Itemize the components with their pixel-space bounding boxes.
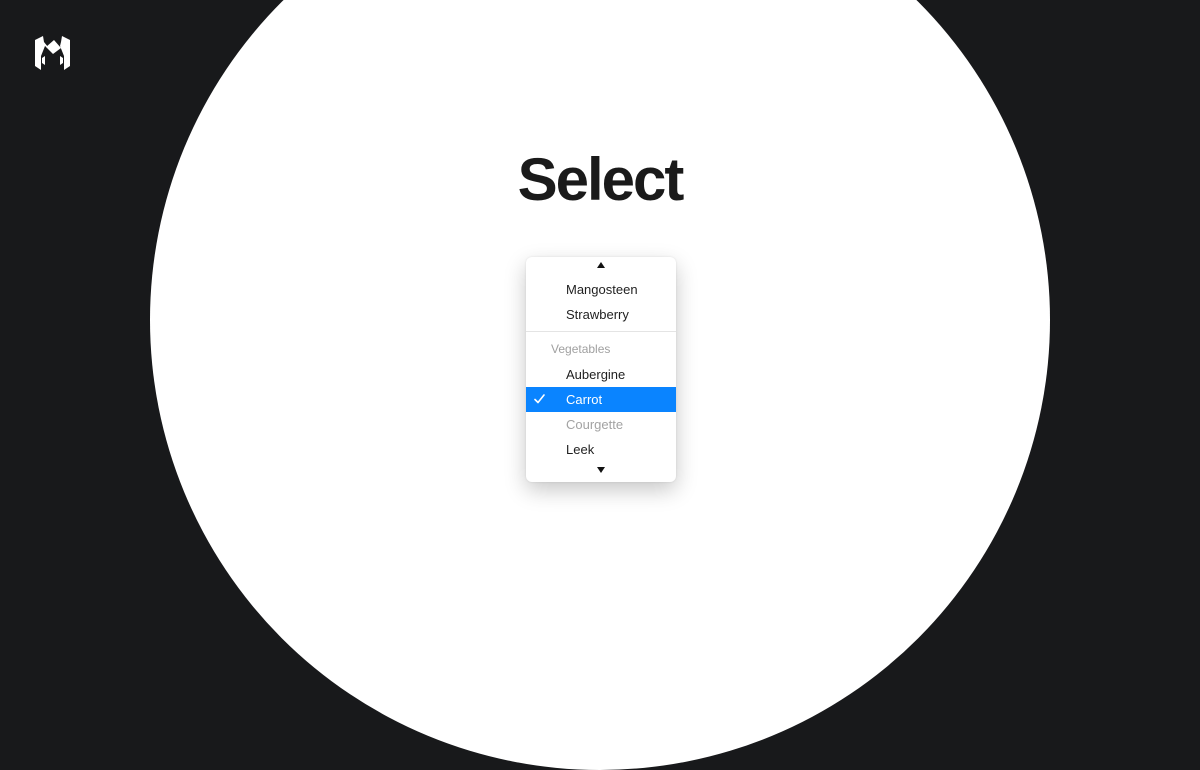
option-label: Mangosteen: [566, 282, 638, 297]
checkmark-icon: [534, 387, 548, 412]
option-aubergine[interactable]: Aubergine: [526, 362, 676, 387]
option-label: Leek: [566, 442, 595, 457]
option-mangosteen[interactable]: Mangosteen: [526, 277, 676, 302]
option-leek[interactable]: Leek: [526, 437, 676, 462]
scroll-up-arrow[interactable]: [526, 262, 676, 272]
page-title: Select: [517, 146, 685, 213]
triangle-down-icon: [526, 467, 676, 473]
option-label: Courgette: [566, 417, 624, 432]
brand-logo-icon: [35, 36, 70, 70]
group-divider: [526, 331, 676, 332]
option-carrot-selected[interactable]: Carrot: [526, 387, 676, 412]
triangle-up-icon: [526, 262, 676, 268]
select-dropdown-menu[interactable]: Mangosteen Strawberry Vegetables Aubergi…: [526, 257, 676, 482]
option-label: Aubergine: [566, 367, 626, 382]
option-label: Strawberry: [566, 307, 629, 322]
option-strawberry[interactable]: Strawberry: [526, 302, 676, 327]
option-label: Carrot: [566, 392, 603, 407]
option-courgette-disabled: Courgette: [526, 412, 676, 437]
scroll-down-arrow[interactable]: [526, 467, 676, 477]
optgroup-label-vegetables: Vegetables: [551, 342, 611, 356]
